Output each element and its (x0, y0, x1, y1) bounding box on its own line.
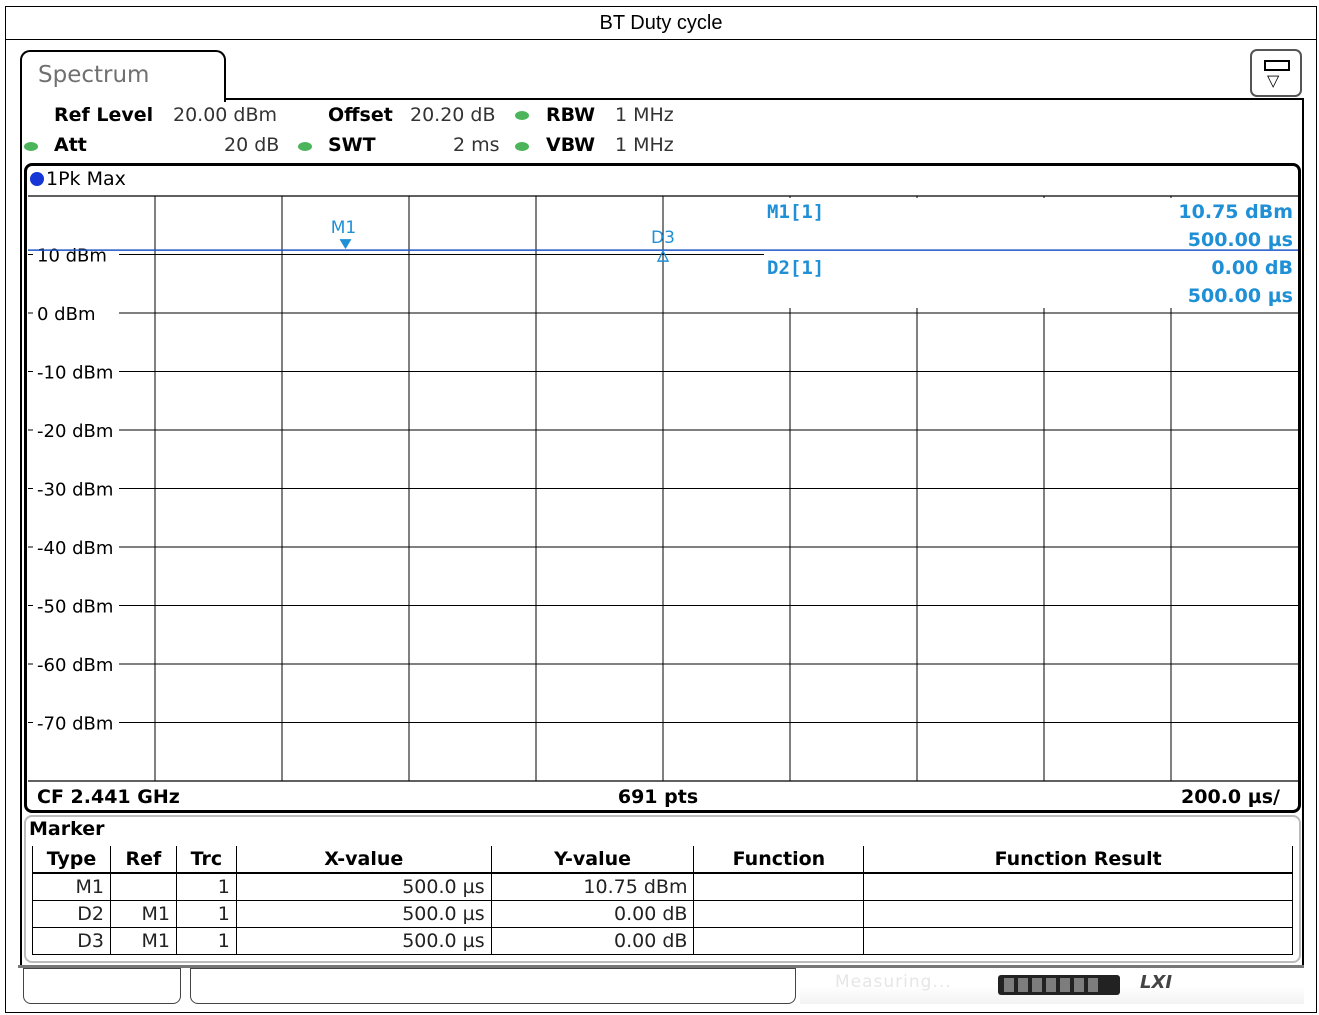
row-ref: M1 (109, 900, 177, 928)
col-ref: Ref (109, 846, 177, 874)
col-function: Function (693, 846, 865, 874)
marker-d3-label: D3 (651, 228, 675, 248)
sweep-points: 691 pts (618, 786, 698, 808)
y-tick-labels: 10 dBm 0 dBm -10 dBm -20 dBm -30 dBm -40 dBm -… (33, 243, 119, 735)
y-tick-label: -50 dBm (37, 597, 113, 618)
status-field-left (23, 968, 181, 1004)
row-type: D3 (32, 927, 111, 955)
tab-label: Spectrum (38, 62, 150, 88)
row-function-result (863, 900, 1293, 928)
row-trc: 1 (175, 927, 237, 955)
marker-m1-label: M1 (331, 218, 356, 238)
row-function-result (863, 927, 1293, 955)
table-row[interactable]: D2 M1 1 500.0 µs 0.00 dB (32, 900, 1293, 928)
row-type: D2 (32, 900, 111, 928)
row-function-result (863, 872, 1293, 901)
row-function (693, 872, 865, 901)
table-row[interactable]: D3 M1 1 500.0 µs 0.00 dB (32, 927, 1293, 955)
y-tick-label: -10 dBm (37, 363, 113, 384)
lxi-logo: LXI (1140, 972, 1173, 993)
table-row[interactable]: M1 1 500.0 µs 10.75 dBm (32, 872, 1293, 901)
measure-progress-indicator (998, 975, 1120, 995)
row-ref: M1 (109, 927, 177, 955)
col-y-value: Y-value (490, 846, 695, 874)
col-type: Type (32, 846, 111, 874)
status-field-message (190, 968, 796, 1004)
marker-table: Type Ref Trc X-value Y-value Function Fu… (32, 846, 1293, 955)
row-trc: 1 (175, 900, 237, 928)
y-tick-label: -60 dBm (37, 655, 113, 676)
col-trc: Trc (175, 846, 237, 874)
col-function-result: Function Result (863, 846, 1293, 874)
marker-table-header: Type Ref Trc X-value Y-value Function Fu… (32, 846, 1293, 874)
y-tick-label: 0 dBm (37, 304, 95, 325)
tab-spectrum[interactable]: Spectrum (20, 50, 226, 102)
measuring-status: Measuring... (835, 972, 952, 992)
m1-info-label: M1[1] (767, 201, 824, 223)
row-function (693, 900, 865, 928)
d2-info-level: 0.00 dB (1211, 257, 1293, 279)
d2-info-label: D2[1] (767, 257, 824, 279)
row-function (693, 927, 865, 955)
row-x-value: 500.0 µs (235, 927, 492, 955)
row-type: M1 (32, 872, 111, 901)
d2-info-time: 500.00 µs (1188, 285, 1293, 307)
time-per-division: 200.0 µs/ (1181, 786, 1280, 808)
y-tick-label: -70 dBm (37, 714, 113, 735)
y-tick-label: -40 dBm (37, 538, 113, 559)
row-ref (109, 872, 177, 901)
m1-info-time: 500.00 µs (1188, 229, 1293, 251)
y-tick-label: 10 dBm (37, 246, 107, 267)
m1-info-level: 10.75 dBm (1178, 201, 1293, 223)
row-x-value: 500.0 µs (235, 900, 492, 928)
row-y-value: 0.00 dB (490, 900, 695, 928)
row-y-value: 0.00 dB (490, 927, 695, 955)
row-trc: 1 (175, 872, 237, 901)
row-x-value: 500.0 µs (235, 872, 492, 901)
col-x-value: X-value (235, 846, 492, 874)
center-frequency: CF 2.441 GHz (37, 786, 180, 808)
y-tick-label: -30 dBm (37, 480, 113, 501)
marker-m1-triangle (339, 239, 352, 250)
y-tick-label: -20 dBm (37, 421, 113, 442)
row-y-value: 10.75 dBm (490, 872, 695, 901)
marker-panel-title: Marker (29, 818, 105, 840)
